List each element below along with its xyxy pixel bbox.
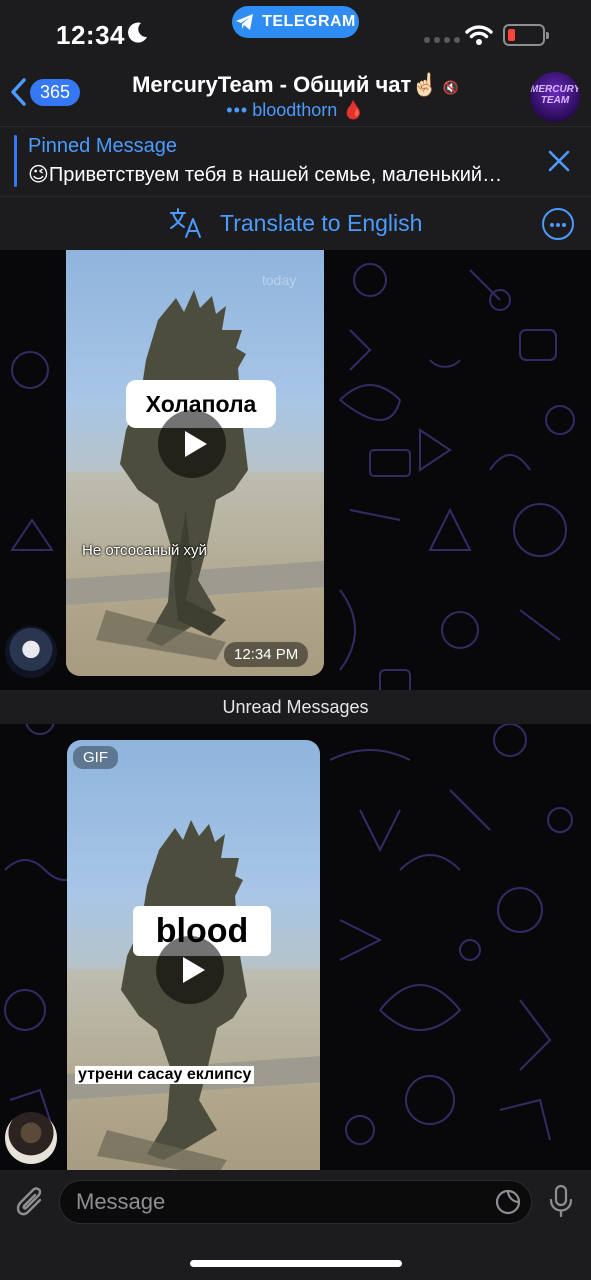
telegram-icon bbox=[236, 14, 254, 30]
wifi-icon bbox=[465, 25, 493, 45]
translate-label: Translate to English bbox=[220, 209, 423, 236]
message-timestamp: 12:34 PM bbox=[224, 642, 309, 667]
message-field[interactable] bbox=[59, 1180, 532, 1224]
pinned-indicator bbox=[14, 135, 17, 187]
clock: 12:34 bbox=[56, 20, 125, 50]
more-options-button[interactable] bbox=[542, 208, 574, 240]
sticker-icon[interactable] bbox=[495, 1189, 521, 1215]
close-icon[interactable] bbox=[546, 148, 572, 174]
pinned-message-bar[interactable]: Pinned Message 😉Приветствуем тебя в наше… bbox=[0, 126, 591, 196]
pinned-label: Pinned Message bbox=[28, 135, 177, 157]
video-watermark: today bbox=[262, 272, 297, 288]
typing-dots-icon: ••• bbox=[226, 100, 249, 120]
telegram-label: TELEGRAM bbox=[262, 13, 356, 30]
chat-title[interactable]: MercuryTeam - Общий чат☝🏻 🔇 bbox=[0, 72, 591, 98]
gif-badge: GIF bbox=[73, 746, 118, 769]
muted-icon: 🔇 bbox=[442, 80, 459, 95]
translate-bar: Translate to English bbox=[0, 196, 591, 250]
chat-subtitle: ••• bloodthorn 🩸 bbox=[0, 100, 591, 121]
translate-button[interactable]: Translate to English bbox=[168, 207, 422, 239]
moon-icon bbox=[128, 22, 147, 43]
gif-subtitle: утрени сасау еклипсу bbox=[75, 1066, 255, 1084]
chat-area[interactable]: today Холапола Не отсосаный хуй 12:34 PM… bbox=[0, 250, 591, 1170]
translate-icon bbox=[170, 208, 201, 238]
signal-icon bbox=[424, 37, 460, 43]
blood-drop-icon: 🩸 bbox=[342, 100, 365, 120]
battery-icon bbox=[503, 24, 549, 46]
status-bar: 12:34 TELEGRAM bbox=[0, 0, 591, 60]
group-avatar[interactable]: MERCURY TEAM bbox=[530, 72, 580, 122]
play-icon[interactable] bbox=[156, 936, 224, 1004]
telegram-pill[interactable]: TELEGRAM bbox=[232, 6, 359, 38]
chat-title-text: MercuryTeam - Общий чат☝🏻 bbox=[132, 72, 439, 97]
unread-divider: Unread Messages bbox=[0, 690, 591, 724]
sender-avatar[interactable] bbox=[5, 1112, 57, 1164]
microphone-icon[interactable] bbox=[548, 1184, 574, 1218]
play-icon[interactable] bbox=[158, 410, 226, 478]
typing-user: bloodthorn bbox=[252, 100, 338, 120]
gif-message[interactable]: GIF blood утрени сасау еклипсу bbox=[67, 740, 320, 1170]
video-message[interactable]: today Холапола Не отсосаный хуй 12:34 PM bbox=[66, 250, 324, 676]
pinned-text: 😉Приветствуем тебя в нашей семье, малень… bbox=[28, 164, 503, 186]
chat-header: 365 MercuryTeam - Общий чат☝🏻 🔇 ••• bloodt… bbox=[0, 60, 591, 126]
video-subtitle: Не отсосаный хуй bbox=[82, 542, 207, 559]
message-input[interactable] bbox=[76, 1181, 476, 1223]
paperclip-icon[interactable] bbox=[14, 1184, 46, 1218]
group-avatar-text: MERCURY TEAM bbox=[530, 84, 580, 106]
home-indicator bbox=[190, 1260, 402, 1267]
sender-avatar[interactable] bbox=[5, 626, 57, 678]
